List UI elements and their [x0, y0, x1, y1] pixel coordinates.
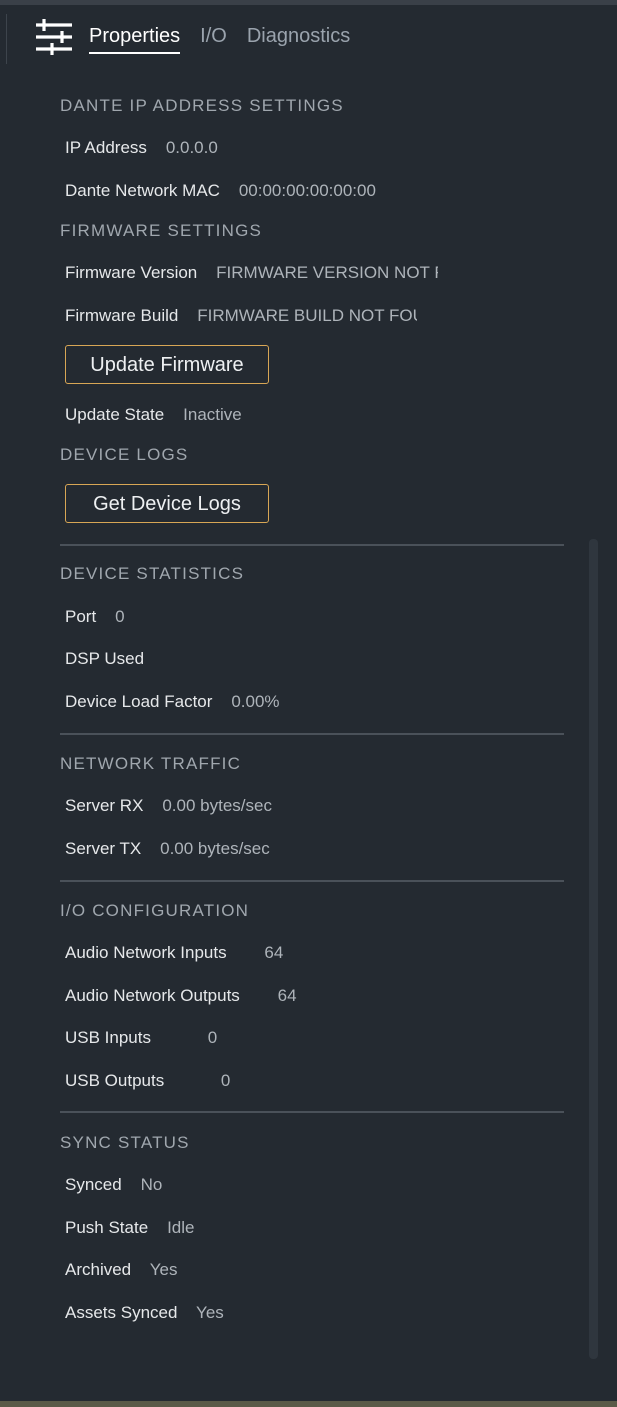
get-device-logs-button[interactable]: Get Device Logs — [65, 484, 269, 523]
dante-mac-label: Dante Network MAC — [65, 181, 220, 200]
section-title-firmware: FIRMWARE SETTINGS — [60, 221, 263, 240]
dante-mac-value: 00:00:00:00:00:00 — [238, 181, 376, 200]
server-tx-value: 0.00 bytes/sec — [160, 839, 270, 858]
audio-network-outputs-label: Audio Network Outputs — [65, 986, 240, 1005]
ip-address-value: 0.0.0.0 — [165, 138, 218, 157]
assets-synced-label: Assets Synced — [65, 1303, 178, 1322]
archived-label: Archived — [65, 1260, 132, 1279]
firmware-version-label: Firmware Version — [65, 263, 198, 282]
divider — [60, 733, 564, 735]
audio-network-outputs-value: 64 — [277, 986, 297, 1005]
row-server-rx: Server RX 0.00 bytes/sec — [65, 795, 272, 817]
firmware-build-value: FIRMWARE BUILD NOT FOUND — [197, 306, 417, 325]
row-port: Port 0 — [65, 606, 125, 628]
server-rx-label: Server RX — [65, 796, 144, 815]
section-title-network-traffic: NETWORK TRAFFIC — [60, 754, 242, 773]
update-state-label: Update State — [65, 405, 165, 424]
tab-io[interactable]: I/O — [200, 16, 227, 56]
synced-label: Synced — [65, 1175, 122, 1194]
usb-outputs-label: USB Outputs — [65, 1071, 165, 1090]
tab-bar: Properties I/O Diagnostics — [34, 16, 370, 56]
left-divider — [6, 14, 7, 64]
section-title-device-statistics: DEVICE STATISTICS — [60, 564, 245, 583]
row-device-load-factor: Device Load Factor 0.00% — [65, 691, 280, 713]
row-dsp-used: DSP Used — [65, 648, 158, 670]
audio-network-inputs-value: 64 — [264, 943, 284, 962]
properties-panel: Properties I/O Diagnostics DANTE IP ADDR… — [0, 0, 617, 1401]
usb-inputs-label: USB Inputs — [65, 1028, 151, 1047]
row-firmware-version: Firmware Version FIRMWARE VERSION NOT FO… — [65, 262, 438, 284]
top-border — [0, 0, 617, 5]
row-ip-address: IP Address 0.0.0.0 — [65, 137, 218, 159]
synced-value: No — [140, 1175, 163, 1194]
row-archived: Archived Yes — [65, 1259, 177, 1281]
row-dante-mac: Dante Network MAC 00:00:00:00:00:00 — [65, 180, 376, 202]
row-assets-synced: Assets Synced Yes — [65, 1302, 224, 1324]
section-title-io-configuration: I/O CONFIGURATION — [60, 901, 250, 920]
usb-inputs-value: 0 — [207, 1028, 218, 1047]
device-load-factor-value: 0.00% — [231, 692, 280, 711]
row-synced: Synced No — [65, 1174, 162, 1196]
section-title-sync-status: SYNC STATUS — [60, 1133, 190, 1152]
sliders-icon[interactable] — [34, 16, 74, 56]
row-server-tx: Server TX 0.00 bytes/sec — [65, 838, 270, 860]
section-title-device-logs: DEVICE LOGS — [60, 445, 189, 464]
port-label: Port — [65, 607, 97, 626]
divider — [60, 1111, 564, 1113]
server-tx-label: Server TX — [65, 839, 142, 858]
tab-diagnostics[interactable]: Diagnostics — [247, 16, 350, 56]
server-rx-value: 0.00 bytes/sec — [162, 796, 272, 815]
assets-synced-value: Yes — [196, 1303, 224, 1322]
archived-value: Yes — [149, 1260, 178, 1279]
tab-properties[interactable]: Properties — [89, 16, 181, 56]
divider — [60, 544, 564, 546]
divider — [60, 880, 564, 882]
row-usb-inputs: USB Inputs 0 — [65, 1027, 217, 1049]
update-firmware-button[interactable]: Update Firmware — [65, 345, 269, 384]
push-state-label: Push State — [65, 1218, 149, 1237]
row-audio-network-inputs: Audio Network Inputs 64 — [65, 942, 283, 964]
row-update-state: Update State Inactive — [65, 404, 242, 426]
section-title-dante: DANTE IP ADDRESS SETTINGS — [60, 96, 344, 115]
firmware-version-value: FIRMWARE VERSION NOT FOUND — [216, 263, 438, 282]
port-value: 0 — [115, 607, 125, 626]
firmware-build-label: Firmware Build — [65, 306, 179, 325]
usb-outputs-value: 0 — [220, 1071, 231, 1090]
update-state-value: Inactive — [183, 405, 242, 424]
dsp-used-label: DSP Used — [65, 649, 145, 668]
audio-network-inputs-label: Audio Network Inputs — [65, 943, 227, 962]
ip-address-label: IP Address — [65, 138, 147, 157]
row-push-state: Push State Idle — [65, 1217, 195, 1239]
scrollbar[interactable] — [589, 539, 598, 1359]
device-load-factor-label: Device Load Factor — [65, 692, 213, 711]
push-state-value: Idle — [167, 1218, 195, 1237]
row-usb-outputs: USB Outputs 0 — [65, 1070, 230, 1092]
row-firmware-build: Firmware Build FIRMWARE BUILD NOT FOUND — [65, 305, 417, 327]
row-audio-network-outputs: Audio Network Outputs 64 — [65, 985, 297, 1007]
